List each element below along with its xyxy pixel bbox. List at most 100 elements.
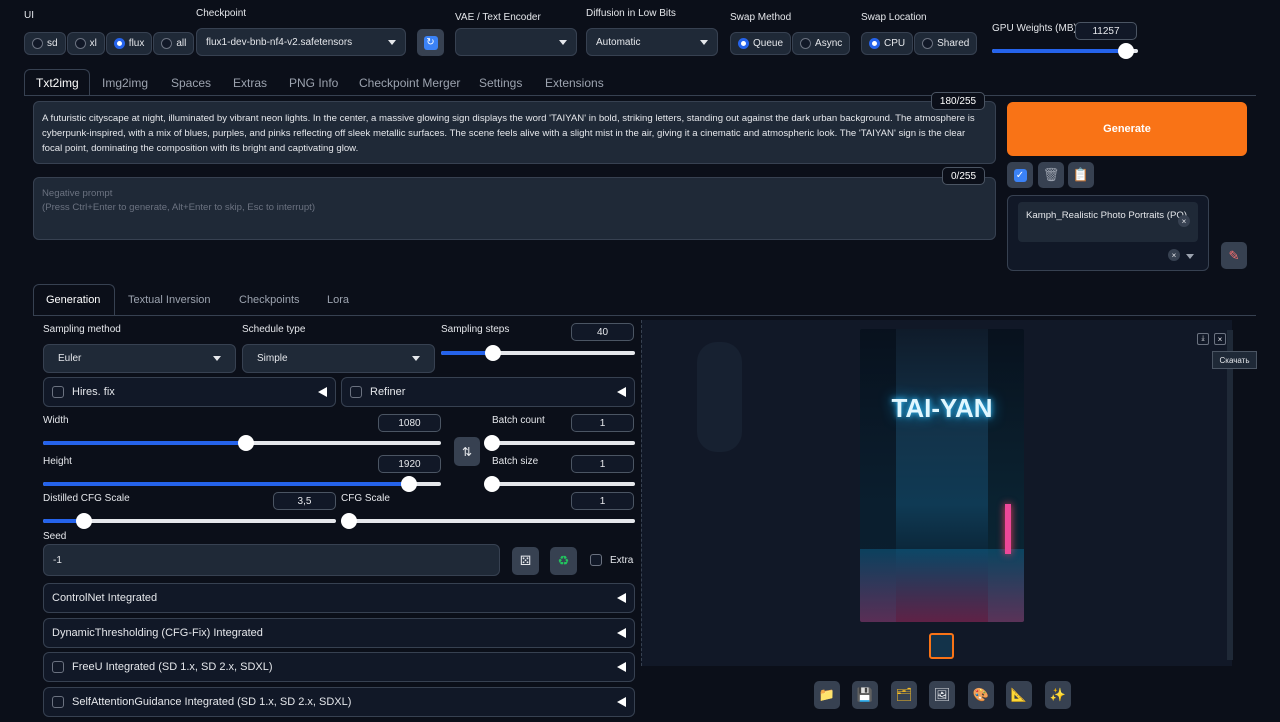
reuse-seed-button[interactable]: ♻ (550, 547, 577, 575)
collapse-icon (617, 662, 626, 672)
dynamic-thresholding-accordion[interactable]: DynamicThresholding (CFG-Fix) Integrated (43, 618, 635, 648)
refresh-icon: ↻ (423, 35, 438, 50)
ui-radio-sd[interactable]: sd (24, 32, 66, 55)
send-to-inpaint-button[interactable]: 🎨 (968, 681, 994, 709)
clear-prompt-button[interactable]: 🗑 (1038, 162, 1064, 188)
apply-styles-button[interactable]: ✓ (1007, 162, 1033, 188)
prompt-textarea[interactable]: A futuristic cityscape at night, illumin… (33, 101, 996, 164)
negative-token-counter: 0/255 (942, 167, 985, 185)
swap-location-cpu[interactable]: CPU (861, 32, 914, 55)
open-folder-button[interactable]: 📁 (814, 681, 840, 709)
distilled-cfg-slider[interactable] (43, 513, 336, 529)
batch-size-slider[interactable] (484, 476, 635, 492)
generated-image[interactable]: TAI-YAN (860, 329, 1024, 622)
height-slider[interactable] (43, 476, 441, 492)
ui-radio-flux[interactable]: flux (105, 32, 153, 55)
zip-button[interactable]: 🗂 (891, 681, 917, 709)
seed-input[interactable]: -1 (43, 544, 500, 576)
hires-fix-accordion[interactable]: Hires. fix (43, 377, 336, 407)
refiner-checkbox[interactable] (350, 386, 362, 399)
send-to-extras-button[interactable]: 📐 (1006, 681, 1032, 709)
paste-button[interactable]: 📋 (1068, 162, 1094, 188)
download-icon[interactable]: ⤓ (1197, 333, 1209, 345)
refresh-button[interactable]: ↻ (417, 29, 444, 56)
sampling-steps-slider[interactable] (441, 345, 635, 361)
swap-location-group: CPU Shared (861, 32, 978, 55)
vae-select[interactable] (455, 28, 577, 56)
freeu-checkbox[interactable] (52, 661, 64, 674)
tab-checkpoint-merger[interactable]: Checkpoint Merger (359, 76, 460, 90)
width-slider[interactable] (43, 435, 441, 451)
batch-count-slider[interactable] (484, 435, 635, 451)
extra-checkbox[interactable] (590, 554, 602, 566)
height-input[interactable]: 1920 (378, 455, 441, 473)
styles-box: Kamph_Realistic Photo Portraits (PO) × × (1007, 195, 1209, 271)
clipboard-icon: 📋 (1072, 167, 1090, 182)
cfg-scale-label: CFG Scale (341, 493, 390, 504)
swap-method-queue[interactable]: Queue (730, 32, 792, 55)
swap-method-async[interactable]: Async (792, 32, 851, 55)
subtab-textual-inversion[interactable]: Textual Inversion (128, 294, 211, 306)
random-seed-button[interactable]: ⚄ (512, 547, 539, 575)
close-icon[interactable]: × (1178, 215, 1190, 227)
swap-location-shared[interactable]: Shared (914, 32, 978, 55)
edit-styles-button[interactable]: ✎ (1221, 242, 1247, 269)
subtab-checkpoints[interactable]: Checkpoints (239, 294, 300, 306)
negative-prompt-textarea[interactable]: Negative prompt (Press Ctrl+Enter to gen… (33, 177, 996, 240)
chevron-down-icon (700, 39, 708, 45)
collapse-icon (617, 387, 626, 397)
cfg-scale-input[interactable]: 1 (571, 492, 634, 510)
schedule-type-select[interactable]: Simple (242, 344, 435, 373)
checkpoint-select[interactable]: flux1-dev-bnb-nf4-v2.safetensors (196, 28, 406, 56)
upscale-button[interactable]: ✨ (1045, 681, 1071, 709)
self-attention-accordion[interactable]: SelfAttentionGuidance Integrated (SD 1.x… (43, 687, 635, 717)
ruler-icon: 📐 (1010, 687, 1028, 702)
hires-fix-checkbox[interactable] (52, 386, 64, 399)
gpu-weights-slider[interactable] (992, 43, 1138, 59)
clear-styles-icon[interactable]: × (1168, 249, 1180, 261)
freeu-accordion[interactable]: FreeU Integrated (SD 1.x, SD 2.x, SDXL) (43, 652, 635, 682)
height-label: Height (43, 456, 72, 467)
extra-seed-toggle[interactable]: Extra (590, 554, 633, 566)
tab-txt2img[interactable]: Txt2img (36, 76, 79, 90)
thumbnail[interactable] (929, 633, 954, 659)
batch-count-input[interactable]: 1 (571, 414, 634, 432)
cfg-scale-slider[interactable] (341, 513, 635, 529)
batch-size-label: Batch size (492, 456, 539, 467)
width-label: Width (43, 415, 69, 426)
send-to-img2img-button[interactable]: 🖼 (929, 681, 955, 709)
distilled-cfg-input[interactable]: 3,5 (273, 492, 336, 510)
chevron-down-icon[interactable] (1186, 254, 1194, 259)
batch-size-input[interactable]: 1 (571, 455, 634, 473)
diffusion-select[interactable]: Automatic (586, 28, 718, 56)
sampling-method-select[interactable]: Euler (43, 344, 236, 373)
gpu-weights-input[interactable]: 11257 (1075, 22, 1137, 40)
batch-count-label: Batch count (492, 415, 545, 426)
ui-radio-xl[interactable]: xl (66, 32, 105, 55)
sampling-method-label: Sampling method (43, 324, 121, 335)
pencil-icon: ✎ (1228, 247, 1240, 263)
tab-spaces[interactable]: Spaces (171, 76, 211, 90)
close-icon[interactable]: × (1214, 333, 1226, 345)
chevron-down-icon (213, 356, 221, 361)
tab-extensions[interactable]: Extensions (545, 76, 604, 90)
tab-settings[interactable]: Settings (479, 76, 522, 90)
tab-img2img[interactable]: Img2img (102, 76, 148, 90)
prompt-token-counter: 180/255 (931, 92, 985, 110)
swap-dimensions-button[interactable]: ⇅ (454, 437, 480, 466)
controlnet-accordion[interactable]: ControlNet Integrated (43, 583, 635, 613)
tab-extras[interactable]: Extras (233, 76, 267, 90)
refiner-accordion[interactable]: Refiner (341, 377, 635, 407)
gallery-scrollbar[interactable] (1227, 330, 1233, 660)
sag-checkbox[interactable] (52, 696, 64, 709)
width-input[interactable]: 1080 (378, 414, 441, 432)
palette-icon: 🎨 (972, 687, 990, 702)
save-button[interactable]: 💾 (852, 681, 878, 709)
subtab-lora[interactable]: Lora (327, 294, 349, 306)
ui-radio-all[interactable]: all (153, 32, 195, 55)
diffusion-label: Diffusion in Low Bits (586, 8, 676, 19)
generate-button[interactable]: Generate (1007, 102, 1247, 156)
subtab-generation[interactable]: Generation (46, 294, 100, 306)
sampling-steps-input[interactable]: 40 (571, 323, 634, 341)
tab-png-info[interactable]: PNG Info (289, 76, 338, 90)
